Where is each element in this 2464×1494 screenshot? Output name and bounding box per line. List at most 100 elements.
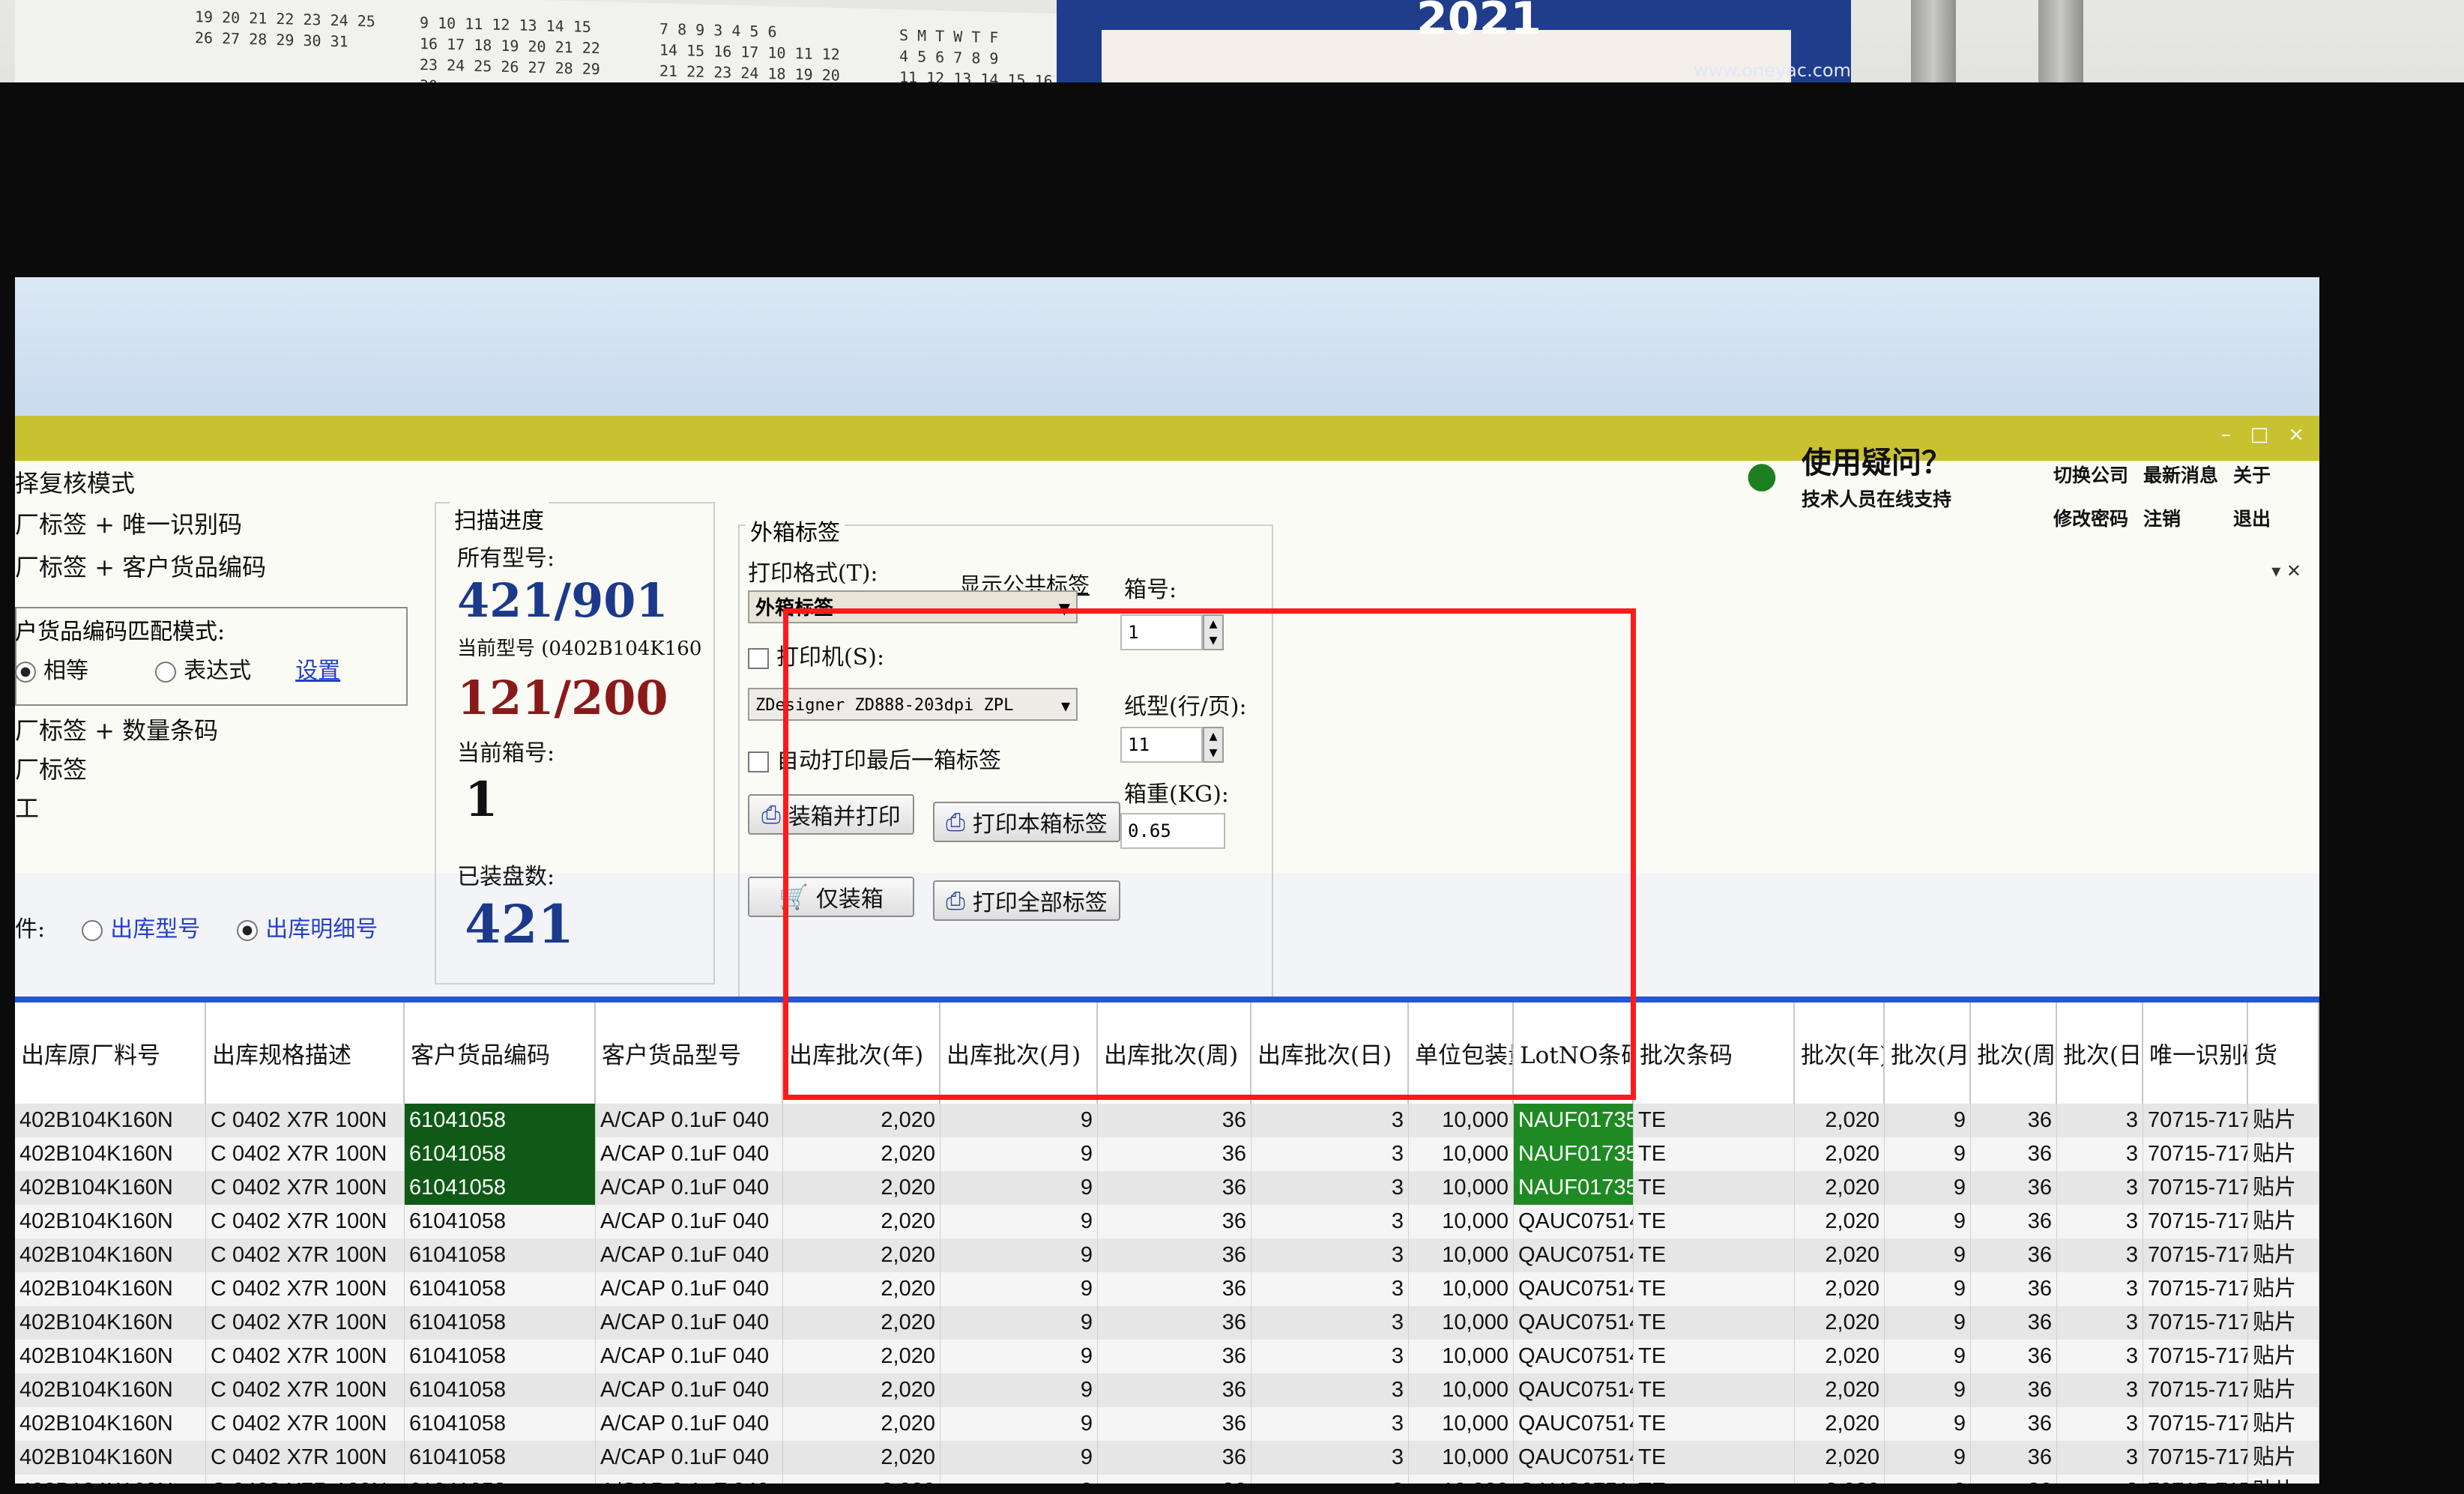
table-row[interactable]: 402B104K160NC 0402 X7R 100N61041058A/CAP… (15, 1272, 2319, 1306)
verify-option-other[interactable]: 工 (15, 790, 39, 824)
table-cell: 402B104K160N (15, 1340, 206, 1373)
table-cell: 70715-717 (2143, 1407, 2248, 1441)
table-cell: 10,000 (1409, 1205, 1514, 1239)
cond-model-radio[interactable] (82, 920, 103, 941)
verify-option-unique-code[interactable]: 厂标签 + 唯一识别码 (15, 506, 242, 540)
column-header[interactable]: 货 (2248, 1002, 2319, 1104)
table-row[interactable]: 402B104K160NC 0402 X7R 100N61041058A/CAP… (15, 1205, 2319, 1239)
table-row[interactable]: 402B104K160NC 0402 X7R 100N61041058A/CAP… (15, 1104, 2319, 1137)
column-header[interactable]: 批次(月) (1885, 1002, 1971, 1104)
table-cell: A/CAP 0.1uF 040 (596, 1104, 783, 1137)
table-row[interactable]: 402B104K160NC 0402 X7R 100N61041058A/CAP… (15, 1407, 2319, 1441)
auto-print-checkbox[interactable] (748, 751, 769, 772)
table-cell: 70715-717 (2143, 1205, 2248, 1239)
verify-option-qty-code[interactable]: 厂标签 + 数量条码 (15, 712, 218, 746)
table-row[interactable]: 402B104K160NC 0402 X7R 100N61041058A/CAP… (15, 1340, 2319, 1373)
table-cell: 2,020 (1795, 1475, 1885, 1484)
scan-progress-title: 扫描进度 (450, 502, 549, 535)
table-cell: 61041058 (405, 1272, 596, 1306)
table-row[interactable]: 402B104K160NC 0402 X7R 100N61041058A/CAP… (15, 1441, 2319, 1475)
latest-news-link[interactable]: 最新消息 (2143, 461, 2218, 488)
table-cell: A/CAP 0.1uF 040 (596, 1272, 783, 1306)
table-cell: TE (1634, 1306, 1795, 1340)
table-cell: 402B104K160N (15, 1373, 206, 1407)
table-cell: 10,000 (1409, 1373, 1514, 1407)
table-cell: 61041058 (405, 1306, 596, 1340)
table-cell: QAUC07514 (1514, 1272, 1634, 1306)
printer-checkbox[interactable] (748, 648, 769, 669)
table-cell: A/CAP 0.1uF 040 (596, 1306, 783, 1340)
table-cell: 2,020 (1795, 1373, 1885, 1407)
table-cell: 36 (1971, 1373, 2057, 1407)
table-cell: 70715-717 (2143, 1239, 2248, 1272)
table-cell: 10,000 (1409, 1306, 1514, 1340)
column-header[interactable]: 批次(日) (2057, 1002, 2143, 1104)
table-row[interactable]: 402B104K160NC 0402 X7R 100N61041058A/CAP… (15, 1137, 2319, 1171)
table-cell: 402B104K160N (15, 1205, 206, 1239)
table-cell: 61041058 (405, 1137, 596, 1171)
table-cell: 贴片 (2248, 1272, 2319, 1306)
table-cell: 2,020 (783, 1137, 940, 1171)
table-row[interactable]: 402B104K160NC 0402 X7R 100N61041058A/CAP… (15, 1239, 2319, 1272)
about-link[interactable]: 关于 (2233, 461, 2271, 488)
settings-link[interactable]: 设置 (295, 658, 340, 684)
match-expr-radio[interactable] (155, 662, 177, 683)
verify-option-customer-code[interactable]: 厂标签 + 客户货品编码 (15, 548, 266, 583)
table-cell: 9 (1885, 1441, 1971, 1475)
table-cell: 贴片 (2248, 1407, 2319, 1441)
table-cell: 9 (940, 1407, 1098, 1441)
table-row[interactable]: 402B104K160NC 0402 X7R 100N61041058A/CAP… (15, 1306, 2319, 1340)
table-cell: C 0402 X7R 100N (206, 1407, 405, 1441)
condition-label: 件: (15, 916, 46, 943)
table-cell: A/CAP 0.1uF 040 (596, 1137, 783, 1171)
table-cell: 36 (1971, 1272, 2057, 1306)
outer-label-title: 外箱标签 (746, 514, 845, 547)
table-row[interactable]: 402B104K160NC 0402 X7R 100N61041058A/CAP… (15, 1171, 2319, 1205)
help-subtitle: 技术人员在线支持 (1802, 489, 1952, 510)
column-header[interactable]: 客户货品型号 (596, 1002, 783, 1104)
table-cell: 贴片 (2248, 1373, 2319, 1407)
table-cell: 3 (1251, 1475, 1409, 1484)
table-cell: QAUC07514 (1514, 1373, 1634, 1407)
table-cell: 3 (1251, 1306, 1409, 1340)
table-cell: TE (1634, 1407, 1795, 1441)
maximize-button[interactable]: □ (2250, 423, 2269, 446)
match-equal-radio[interactable] (15, 662, 36, 683)
logout-link[interactable]: 注销 (2143, 504, 2218, 531)
column-header[interactable]: 批次条码 (1634, 1002, 1795, 1104)
table-cell: 3 (2057, 1306, 2143, 1340)
calendar-block-1: 19 20 21 22 23 24 25 26 27 28 29 30 31 (195, 7, 375, 51)
table-cell: NAUF01735 (1514, 1171, 1634, 1205)
minimize-button[interactable]: – (2221, 423, 2231, 446)
support-people-icon: ● (1746, 454, 1778, 496)
help-support[interactable]: ● 使用疑问？ 技术人员在线支持 (1746, 438, 1951, 512)
table-cell: 2,020 (1795, 1104, 1885, 1137)
change-password-link[interactable]: 修改密码 (2053, 504, 2128, 531)
close-button[interactable]: × (2288, 423, 2304, 446)
column-header[interactable]: 出库原厂料号 (15, 1002, 206, 1104)
column-header[interactable]: 客户货品编码 (405, 1002, 596, 1104)
table-cell: 3 (2057, 1340, 2143, 1373)
table-row[interactable]: 402B104K160NC 0402 X7R 100N61041058A/CAP… (15, 1475, 2319, 1484)
table-cell: TE (1634, 1340, 1795, 1373)
table-cell: C 0402 X7R 100N (206, 1104, 405, 1137)
column-header[interactable]: 出库规格描述 (206, 1002, 405, 1104)
top-links: 切换公司 最新消息 关于 修改密码 注销 退出 (2053, 461, 2271, 531)
switch-company-link[interactable]: 切换公司 (2053, 461, 2128, 488)
verify-option-label[interactable]: 厂标签 (15, 751, 87, 785)
table-cell: 36 (1098, 1272, 1251, 1306)
table-row[interactable]: 402B104K160NC 0402 X7R 100N61041058A/CAP… (15, 1373, 2319, 1407)
title-bar (15, 277, 2319, 416)
table-cell: 3 (1251, 1104, 1409, 1137)
column-header[interactable]: 批次(周) (1971, 1002, 2057, 1104)
table-cell: 2,020 (783, 1239, 940, 1272)
panel-collapse-controls[interactable]: ▾ ✕ (2271, 560, 2301, 581)
exit-link[interactable]: 退出 (2233, 504, 2271, 531)
table-cell: 2,020 (1795, 1239, 1885, 1272)
cond-detail-radio[interactable] (237, 920, 259, 941)
column-header[interactable]: 唯一识别码 (2143, 1002, 2248, 1104)
table-cell: 61041058 (405, 1475, 596, 1484)
table-cell: 2,020 (783, 1272, 940, 1306)
column-header[interactable]: 批次(年) (1795, 1002, 1885, 1104)
current-box-value: 1 (465, 772, 498, 828)
